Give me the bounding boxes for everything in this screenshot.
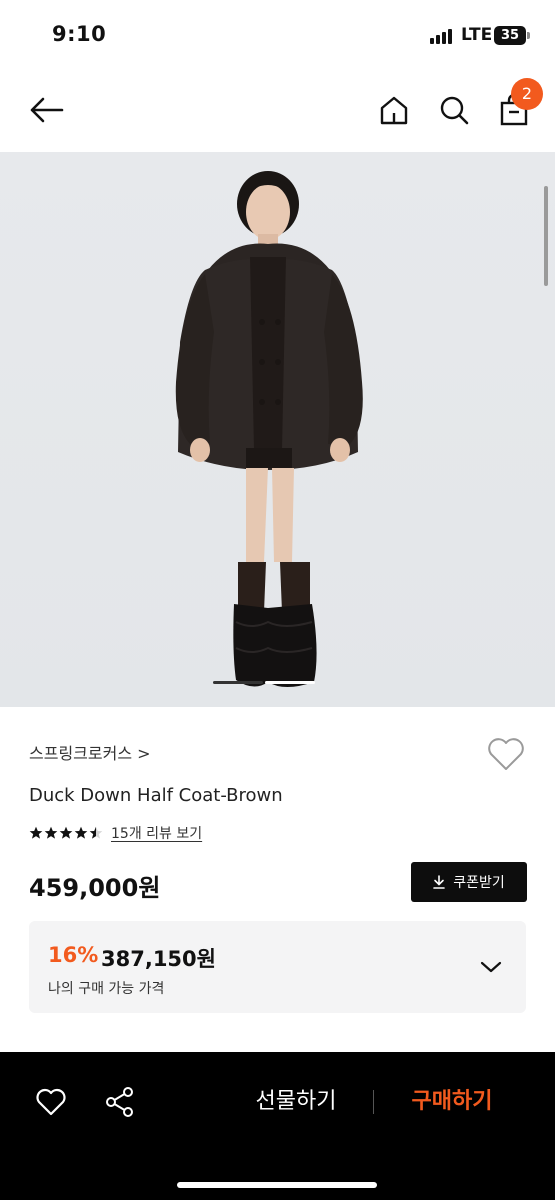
battery-icon: 35: [494, 26, 526, 45]
discount-label: 나의 구매 가능 가격: [48, 981, 165, 997]
download-icon: [433, 875, 446, 889]
like-button[interactable]: [31, 1082, 71, 1122]
heart-outline-icon: [488, 738, 524, 770]
home-indicator: [177, 1182, 377, 1188]
home-icon: [380, 96, 408, 125]
discount-price: 387,150원: [101, 947, 216, 971]
gallery-pagination: [213, 681, 317, 684]
nav-bar: [0, 70, 555, 152]
pagination-dot: [265, 681, 315, 684]
carrier-label: LTE: [461, 25, 493, 45]
discount-rate: 16%: [48, 943, 99, 967]
cart-count-badge: 2: [511, 78, 543, 110]
arrow-left-icon: [30, 97, 64, 123]
star-icon: [44, 826, 58, 839]
chevron-down-icon[interactable]: [479, 955, 503, 979]
battery-cap: [527, 32, 530, 39]
status-time: 9:10: [52, 22, 107, 46]
star-icon: [59, 826, 73, 839]
back-button[interactable]: [24, 88, 68, 132]
star-icon: [74, 826, 88, 839]
gift-button[interactable]: 선물하기: [236, 1082, 356, 1122]
review-link[interactable]: 15개 리뷰 보기: [111, 823, 202, 843]
discount-panel[interactable]: 16% 387,150원 나의 구매 가능 가격: [29, 921, 526, 1013]
star-icon: [89, 826, 103, 839]
brand-link[interactable]: 스프링크로커스 >: [29, 740, 151, 764]
search-button[interactable]: [432, 88, 476, 132]
share-icon: [106, 1087, 133, 1117]
heart-icon: [36, 1088, 66, 1116]
star-icon: [29, 826, 43, 839]
share-button[interactable]: [100, 1082, 140, 1122]
product-name: Duck Down Half Coat-Brown: [29, 785, 283, 806]
pagination-dot: [213, 681, 263, 684]
status-bar: 9:10 LTE 35: [0, 0, 555, 70]
coupon-button[interactable]: 쿠폰받기: [411, 862, 527, 902]
search-icon: [440, 96, 469, 125]
product-price: 459,000원: [29, 874, 161, 902]
coupon-label: 쿠폰받기: [453, 875, 505, 891]
scroll-indicator: [544, 186, 548, 286]
product-photo: [175, 171, 363, 687]
bottom-action-bar: 선물하기 구매하기: [0, 1052, 555, 1200]
home-button[interactable]: [372, 88, 416, 132]
signal-icon: [430, 28, 454, 44]
wishlist-button[interactable]: [486, 736, 526, 772]
rating-stars: [29, 826, 103, 840]
buy-button[interactable]: 구매하기: [392, 1082, 512, 1122]
button-divider: [373, 1090, 374, 1114]
rating-row: 15개 리뷰 보기: [29, 823, 202, 843]
product-image[interactable]: [0, 152, 555, 707]
